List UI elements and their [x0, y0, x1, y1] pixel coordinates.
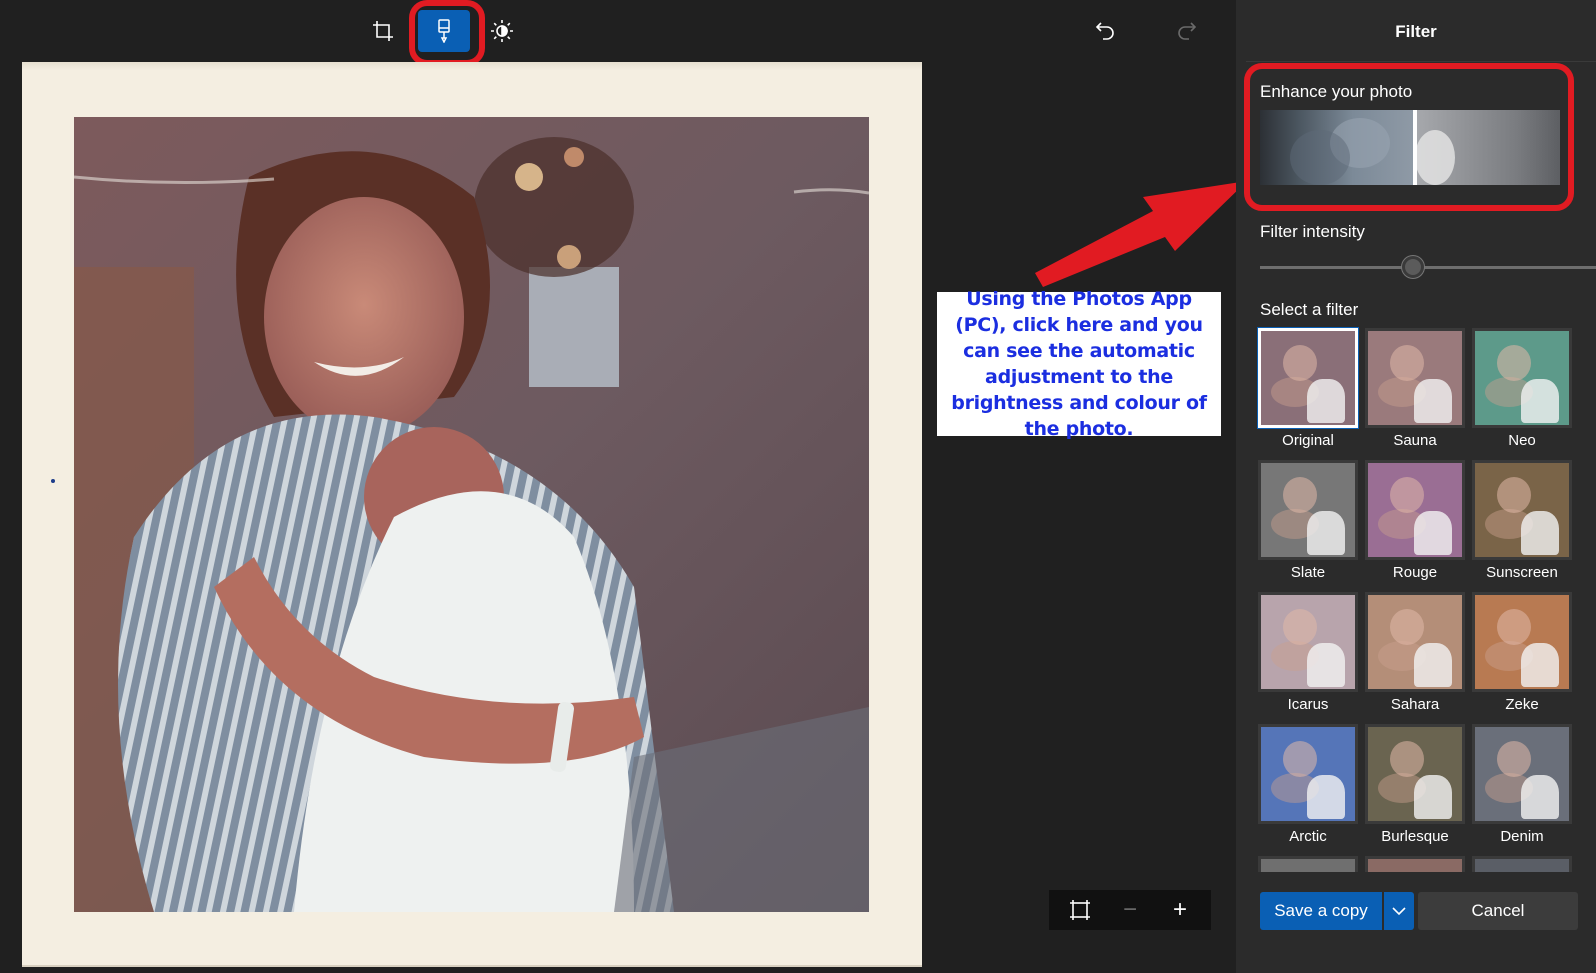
cancel-button[interactable]: Cancel	[1418, 892, 1578, 930]
filter-name: Sunscreen	[1486, 564, 1558, 581]
filter-thumbnail	[1365, 592, 1465, 692]
filter-burlesque[interactable]: Burlesque	[1365, 724, 1465, 845]
filter-neo[interactable]: Neo	[1472, 328, 1572, 449]
filter-zeke[interactable]: Zeke	[1472, 592, 1572, 713]
intensity-slider[interactable]	[1260, 256, 1596, 278]
enhance-after-preview	[1415, 110, 1560, 185]
filter-thumbnail	[1365, 460, 1465, 560]
filter-slate[interactable]: Slate	[1258, 460, 1358, 581]
filter-thumbnail	[1472, 460, 1572, 560]
thumbnail-detail	[1307, 379, 1345, 423]
divider	[1246, 61, 1596, 62]
thumbnail-detail	[1497, 345, 1531, 381]
zoom-controls: − +	[1049, 890, 1211, 930]
filter-sunscreen[interactable]: Sunscreen	[1472, 460, 1572, 581]
filter-icarus[interactable]: Icarus	[1258, 592, 1358, 713]
filter-thumbnail	[1258, 592, 1358, 692]
thumbnail-detail	[1307, 643, 1345, 687]
filter-name: Burlesque	[1381, 828, 1449, 845]
thumbnail-detail	[1497, 741, 1531, 777]
thumbnail-detail	[1283, 609, 1317, 645]
filter-sahara[interactable]: Sahara	[1365, 592, 1465, 713]
callout-text: Using the Photos App (PC), click here an…	[951, 288, 1207, 440]
filter-thumbnail	[1258, 460, 1358, 560]
filter-original[interactable]: Original	[1258, 328, 1358, 449]
red-arrow	[1035, 181, 1247, 287]
enhance-before-preview	[1260, 110, 1415, 185]
crop-icon[interactable]	[366, 14, 400, 48]
filter-thumbnail	[1365, 328, 1465, 428]
filter-thumbnail	[1258, 328, 1358, 428]
fit-to-window-icon[interactable]	[1060, 894, 1100, 926]
dust-speck	[51, 479, 55, 483]
select-filter-label: Select a filter	[1260, 300, 1359, 319]
thumbnail-detail	[1414, 511, 1452, 555]
filter-thumbnail	[1258, 724, 1358, 824]
filter-thumbnail	[1365, 724, 1465, 824]
thumbnail-detail	[1521, 643, 1559, 687]
thumbnail-detail	[1521, 511, 1559, 555]
thumbnail-detail	[1414, 379, 1452, 423]
thumbnail-detail	[1390, 345, 1424, 381]
filter-name: Zeke	[1505, 696, 1539, 713]
thumbnail-detail	[1390, 741, 1424, 777]
thumbnail-detail	[1497, 609, 1531, 645]
photo-image	[74, 117, 869, 912]
thumbnail-detail	[1414, 643, 1452, 687]
zoom-out-button[interactable]: −	[1110, 894, 1150, 926]
thumbnail-detail	[1497, 477, 1531, 513]
undo-icon[interactable]	[1088, 14, 1122, 48]
intensity-label: Filter intensity	[1260, 222, 1365, 241]
filter-name: Sahara	[1390, 696, 1440, 713]
compare-handle[interactable]	[1413, 110, 1417, 185]
thumbnail-detail	[1414, 775, 1452, 819]
thumbnail-detail	[1283, 477, 1317, 513]
panel-title: Filter	[1395, 22, 1437, 41]
filter-thumbnail	[1472, 724, 1572, 824]
thumbnail-detail	[1521, 379, 1559, 423]
filter-name: Slate	[1290, 564, 1326, 581]
slider-thumb[interactable]	[1402, 256, 1424, 278]
thumbnail-detail	[1390, 477, 1424, 513]
filter-brush-icon[interactable]	[418, 10, 470, 52]
save-copy-button[interactable]: Save a copy	[1260, 892, 1382, 930]
filter-rouge[interactable]: Rouge	[1365, 460, 1465, 581]
filter-name: Sauna	[1393, 432, 1437, 449]
annotation-callout: Using the Photos App (PC), click here an…	[937, 288, 1221, 440]
filter-thumbnail	[1472, 592, 1572, 692]
thumbnail-detail	[1307, 511, 1345, 555]
thumbnail-detail	[1521, 775, 1559, 819]
photo-print	[22, 62, 922, 967]
filter-name: Denim	[1500, 828, 1544, 845]
filter-thumbnail	[1472, 328, 1572, 428]
brightness-icon[interactable]	[485, 14, 519, 48]
filter-name: Icarus	[1287, 696, 1329, 713]
enhance-photo-toggle[interactable]	[1260, 110, 1560, 185]
redo-icon[interactable]	[1170, 14, 1204, 48]
thumbnail-detail	[1283, 345, 1317, 381]
photo-canvas: Using the Photos App (PC), click here an…	[0, 0, 1247, 973]
thumbnail-detail	[1283, 741, 1317, 777]
filter-arctic[interactable]: Arctic	[1258, 724, 1358, 845]
chevron-down-icon	[1392, 907, 1406, 916]
filter-panel: Filter Enhance your photo Filter intensi…	[1236, 0, 1596, 973]
filter-name: Neo	[1508, 432, 1536, 449]
filter-name: Rouge	[1392, 564, 1438, 581]
zoom-in-button[interactable]: +	[1160, 894, 1200, 926]
filter-sauna[interactable]: Sauna	[1365, 328, 1465, 449]
filter-name: Original	[1282, 432, 1334, 449]
filter-name: Arctic	[1289, 828, 1327, 845]
thumbnail-detail	[1390, 609, 1424, 645]
thumbnail-detail	[1307, 775, 1345, 819]
enhance-label: Enhance your photo	[1260, 82, 1413, 101]
filter-denim[interactable]: Denim	[1472, 724, 1572, 845]
save-options-dropdown[interactable]	[1384, 892, 1414, 930]
